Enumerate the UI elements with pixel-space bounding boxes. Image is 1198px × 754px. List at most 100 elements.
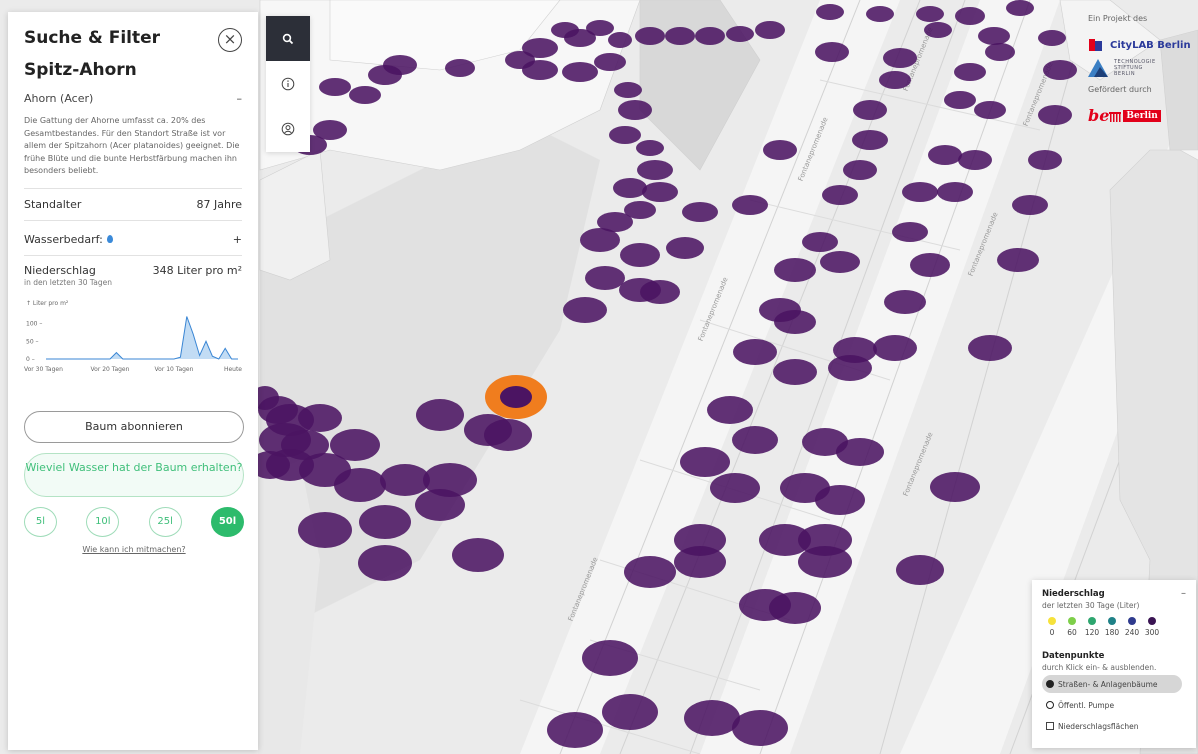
tree-marker[interactable]: [580, 228, 620, 252]
tree-marker[interactable]: [828, 355, 872, 381]
tree-marker[interactable]: [843, 160, 877, 180]
tree-marker[interactable]: [522, 38, 558, 58]
tree-marker[interactable]: [1028, 150, 1062, 170]
tree-marker[interactable]: [416, 399, 464, 431]
tree-marker[interactable]: [602, 694, 658, 730]
tree-marker[interactable]: [618, 100, 652, 120]
tree-marker[interactable]: [883, 48, 917, 68]
be-berlin-logo[interactable]: be Berlin: [1088, 106, 1198, 125]
tree-marker[interactable]: [642, 182, 678, 202]
amount-10l-button[interactable]: 10l: [86, 506, 120, 537]
tree-marker[interactable]: [815, 42, 849, 62]
watering-info-button[interactable]: Wieviel Wasser hat der Baum erhalten?: [24, 452, 244, 497]
tree-marker[interactable]: [547, 712, 603, 748]
tree-marker[interactable]: [769, 592, 821, 624]
selected-tree-marker[interactable]: [485, 375, 547, 419]
tree-marker[interactable]: [682, 202, 718, 222]
tree-marker[interactable]: [707, 396, 753, 424]
tree-marker[interactable]: [773, 359, 817, 385]
tree-marker[interactable]: [637, 160, 673, 180]
toggle-public-pumps[interactable]: Öffentl. Pumpe: [1042, 696, 1186, 714]
tree-marker[interactable]: [383, 55, 417, 75]
amount-25l-button[interactable]: 25l: [148, 506, 182, 537]
genus-row[interactable]: Ahorn (Acer) –: [24, 92, 242, 105]
tree-marker[interactable]: [695, 27, 725, 45]
tree-marker[interactable]: [563, 297, 607, 323]
tree-marker[interactable]: [1038, 105, 1072, 125]
amount-50l-button[interactable]: 50l: [210, 506, 244, 537]
tree-marker[interactable]: [774, 258, 816, 282]
tree-marker[interactable]: [298, 512, 352, 548]
tree-marker[interactable]: [955, 7, 985, 25]
water-need-row[interactable]: Wasserbedarf: +: [24, 221, 242, 255]
tree-marker[interactable]: [298, 404, 342, 432]
tree-marker[interactable]: [585, 266, 625, 290]
tree-marker[interactable]: [733, 339, 777, 365]
tree-marker[interactable]: [636, 140, 664, 156]
tree-marker[interactable]: [613, 178, 647, 198]
tree-marker[interactable]: [944, 91, 976, 109]
tree-marker[interactable]: [594, 53, 626, 71]
tree-marker[interactable]: [562, 62, 598, 82]
tree-marker[interactable]: [586, 20, 614, 36]
toggle-street-trees[interactable]: Straßen- & Anlagenbäume: [1042, 675, 1182, 693]
tree-marker[interactable]: [896, 555, 944, 585]
expand-icon[interactable]: +: [233, 233, 242, 246]
tree-marker[interactable]: [624, 556, 676, 588]
tree-marker[interactable]: [640, 280, 680, 304]
tree-marker[interactable]: [930, 472, 980, 502]
info-tool-button[interactable]: [266, 61, 310, 106]
tree-marker[interactable]: [985, 43, 1015, 61]
tree-marker[interactable]: [937, 182, 973, 202]
tree-marker[interactable]: [974, 101, 1006, 119]
tree-marker[interactable]: [674, 546, 726, 578]
tree-marker[interactable]: [802, 232, 838, 252]
amount-5l-button[interactable]: 5l: [24, 506, 57, 537]
tree-marker[interactable]: [445, 59, 475, 77]
tree-marker[interactable]: [902, 182, 938, 202]
tree-marker[interactable]: [380, 464, 430, 496]
tree-marker[interactable]: [997, 248, 1039, 272]
tree-marker[interactable]: [954, 63, 986, 81]
tree-marker[interactable]: [680, 447, 730, 477]
tree-marker[interactable]: [853, 100, 887, 120]
tree-marker[interactable]: [710, 473, 760, 503]
tree-marker[interactable]: [866, 6, 894, 22]
tree-marker[interactable]: [928, 145, 962, 165]
tree-marker[interactable]: [684, 700, 740, 736]
tree-marker[interactable]: [873, 335, 917, 361]
tree-marker[interactable]: [732, 710, 788, 746]
help-link[interactable]: Wie kann ich mitmachen?: [24, 545, 244, 554]
tree-marker[interactable]: [978, 27, 1010, 45]
tree-marker[interactable]: [609, 126, 641, 144]
tree-marker[interactable]: [1043, 60, 1077, 80]
tree-marker[interactable]: [816, 4, 844, 20]
tree-marker[interactable]: [820, 251, 860, 273]
tree-marker[interactable]: [582, 640, 638, 676]
tree-marker[interactable]: [334, 468, 386, 502]
tree-marker[interactable]: [916, 6, 944, 22]
tree-marker[interactable]: [910, 253, 950, 277]
tree-marker[interactable]: [635, 27, 665, 45]
tree-marker[interactable]: [968, 335, 1012, 361]
tsb-logo[interactable]: TECHNOLOGIE STIFTUNG BERLIN: [1088, 59, 1198, 77]
close-icon[interactable]: ×: [218, 28, 242, 52]
tree-marker[interactable]: [452, 538, 504, 572]
subscribe-tree-button[interactable]: Baum abonnieren: [24, 410, 244, 443]
tree-marker[interactable]: [665, 27, 695, 45]
tree-marker[interactable]: [924, 22, 952, 38]
tree-marker[interactable]: [836, 438, 884, 466]
tree-marker[interactable]: [755, 21, 785, 39]
toggle-rain-areas[interactable]: Niederschlagsflächen: [1042, 717, 1186, 735]
tree-marker[interactable]: [608, 32, 632, 48]
collapse-icon[interactable]: –: [237, 92, 243, 105]
tree-marker[interactable]: [958, 150, 992, 170]
tree-marker[interactable]: [349, 86, 381, 104]
tree-marker[interactable]: [1012, 195, 1048, 215]
account-tool-button[interactable]: [266, 106, 310, 151]
tree-marker[interactable]: [484, 419, 532, 451]
citylab-logo[interactable]: CityLAB Berlin: [1088, 37, 1198, 53]
tree-marker[interactable]: [884, 290, 926, 314]
tree-marker[interactable]: [732, 426, 778, 454]
tree-marker[interactable]: [358, 545, 412, 581]
